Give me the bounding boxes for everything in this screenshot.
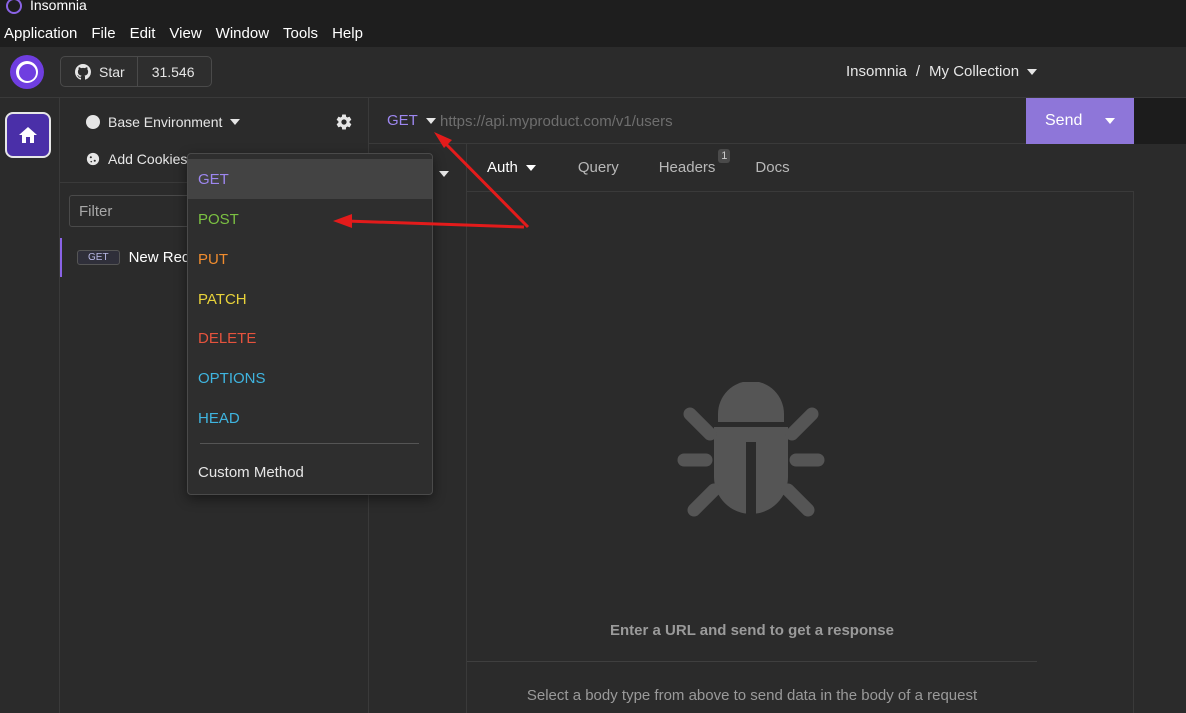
method-option-label: PATCH	[198, 290, 247, 308]
empty-divider	[467, 661, 1037, 662]
gear-icon[interactable]	[335, 113, 353, 131]
tab-docs[interactable]: Docs	[755, 159, 789, 176]
environment-label: Base Environment	[108, 114, 223, 130]
request-method-badge: GET	[77, 250, 120, 265]
home-button[interactable]	[5, 112, 51, 158]
tab-headers-label: Headers	[658, 159, 716, 176]
menu-tools[interactable]: Tools	[283, 25, 318, 42]
star-label: Star	[99, 63, 125, 80]
chevron-down-icon	[439, 171, 449, 177]
insomnia-logo-icon[interactable]	[10, 55, 44, 89]
method-dropdown-menu: GET POST PUT PATCH DELETE OPTIONS HEAD C…	[187, 153, 433, 495]
environment-color-dot	[86, 115, 100, 129]
chevron-down-icon[interactable]	[1105, 118, 1115, 124]
method-option-label: HEAD	[198, 409, 240, 427]
left-rail	[0, 98, 60, 713]
custom-method-option[interactable]: Custom Method	[188, 452, 432, 492]
method-option-get[interactable]: GET	[188, 159, 432, 199]
url-bar: GET Send	[369, 98, 1186, 144]
cookie-icon	[86, 152, 100, 166]
method-option-delete[interactable]: DELETE	[188, 318, 432, 358]
tab-auth[interactable]: Auth	[487, 159, 536, 176]
app-header: Star 31.546 Insomnia / My Collection	[0, 47, 1186, 98]
breadcrumb-collection[interactable]: My Collection	[929, 63, 1019, 80]
menu-window[interactable]: Window	[216, 25, 269, 42]
star-count: 31.546	[151, 63, 195, 80]
github-icon	[75, 63, 91, 80]
method-option-label: DELETE	[198, 329, 257, 347]
bug-icon	[677, 382, 825, 522]
method-option-label: OPTIONS	[198, 369, 266, 387]
window-title: Insomnia	[30, 0, 87, 13]
method-option-label: PUT	[198, 250, 228, 268]
tab-headers[interactable]: Headers 1	[658, 149, 731, 176]
menu-help[interactable]: Help	[332, 25, 363, 42]
chevron-down-icon[interactable]	[1027, 68, 1038, 75]
home-icon	[19, 127, 37, 143]
method-selector[interactable]: GET	[387, 112, 436, 129]
github-star-group: Star 31.546	[60, 56, 212, 87]
menu-view[interactable]: View	[169, 25, 201, 42]
breadcrumb-project[interactable]: Insomnia	[846, 63, 907, 80]
method-option-label: POST	[198, 210, 239, 228]
request-tabs: Auth Query Headers 1 Docs	[466, 144, 1134, 192]
send-button[interactable]: Send	[1026, 98, 1134, 144]
custom-method-label: Custom Method	[198, 463, 304, 481]
environment-selector[interactable]: Base Environment	[86, 114, 241, 130]
method-option-label: GET	[198, 170, 229, 188]
menu-edit[interactable]: Edit	[130, 25, 156, 42]
request-body-panel: Enter a URL and send to get a response S…	[466, 192, 1134, 713]
tab-docs-label: Docs	[755, 159, 790, 176]
menu-divider	[200, 443, 419, 444]
tab-auth-label: Auth	[487, 159, 518, 176]
app-icon	[6, 0, 22, 14]
add-cookies-label: Add Cookies	[108, 151, 188, 167]
method-option-patch[interactable]: PATCH	[188, 279, 432, 319]
chevron-down-icon	[425, 117, 436, 124]
menu-file[interactable]: File	[91, 25, 115, 42]
response-header-area	[1134, 98, 1186, 144]
tab-query[interactable]: Query	[578, 159, 619, 176]
headers-count-badge: 1	[718, 149, 731, 163]
request-name: New Req	[128, 249, 191, 266]
tab-query-label: Query	[577, 159, 619, 176]
method-option-options[interactable]: OPTIONS	[188, 358, 432, 398]
method-option-put[interactable]: PUT	[188, 239, 432, 279]
method-label: GET	[387, 112, 418, 129]
breadcrumb-separator: /	[915, 63, 921, 80]
breadcrumb: Insomnia / My Collection	[846, 63, 1038, 80]
title-bar: Insomnia	[0, 0, 1186, 20]
add-cookies-button[interactable]: Add Cookies	[86, 151, 187, 167]
empty-body-hint: Select a body type from above to send da…	[526, 687, 978, 704]
send-label: Send	[1045, 112, 1083, 129]
github-star-button[interactable]: Star	[61, 57, 138, 86]
menu-application[interactable]: Application	[4, 25, 77, 42]
menu-bar: Application File Edit View Window Tools …	[0, 20, 1186, 47]
body-type-selector[interactable]	[431, 164, 449, 182]
chevron-down-icon	[525, 164, 536, 171]
method-option-head[interactable]: HEAD	[188, 398, 432, 438]
method-option-post[interactable]: POST	[188, 199, 432, 239]
chevron-down-icon	[230, 119, 241, 125]
empty-response-title: Enter a URL and send to get a response	[610, 622, 894, 639]
url-input[interactable]	[440, 110, 1000, 132]
